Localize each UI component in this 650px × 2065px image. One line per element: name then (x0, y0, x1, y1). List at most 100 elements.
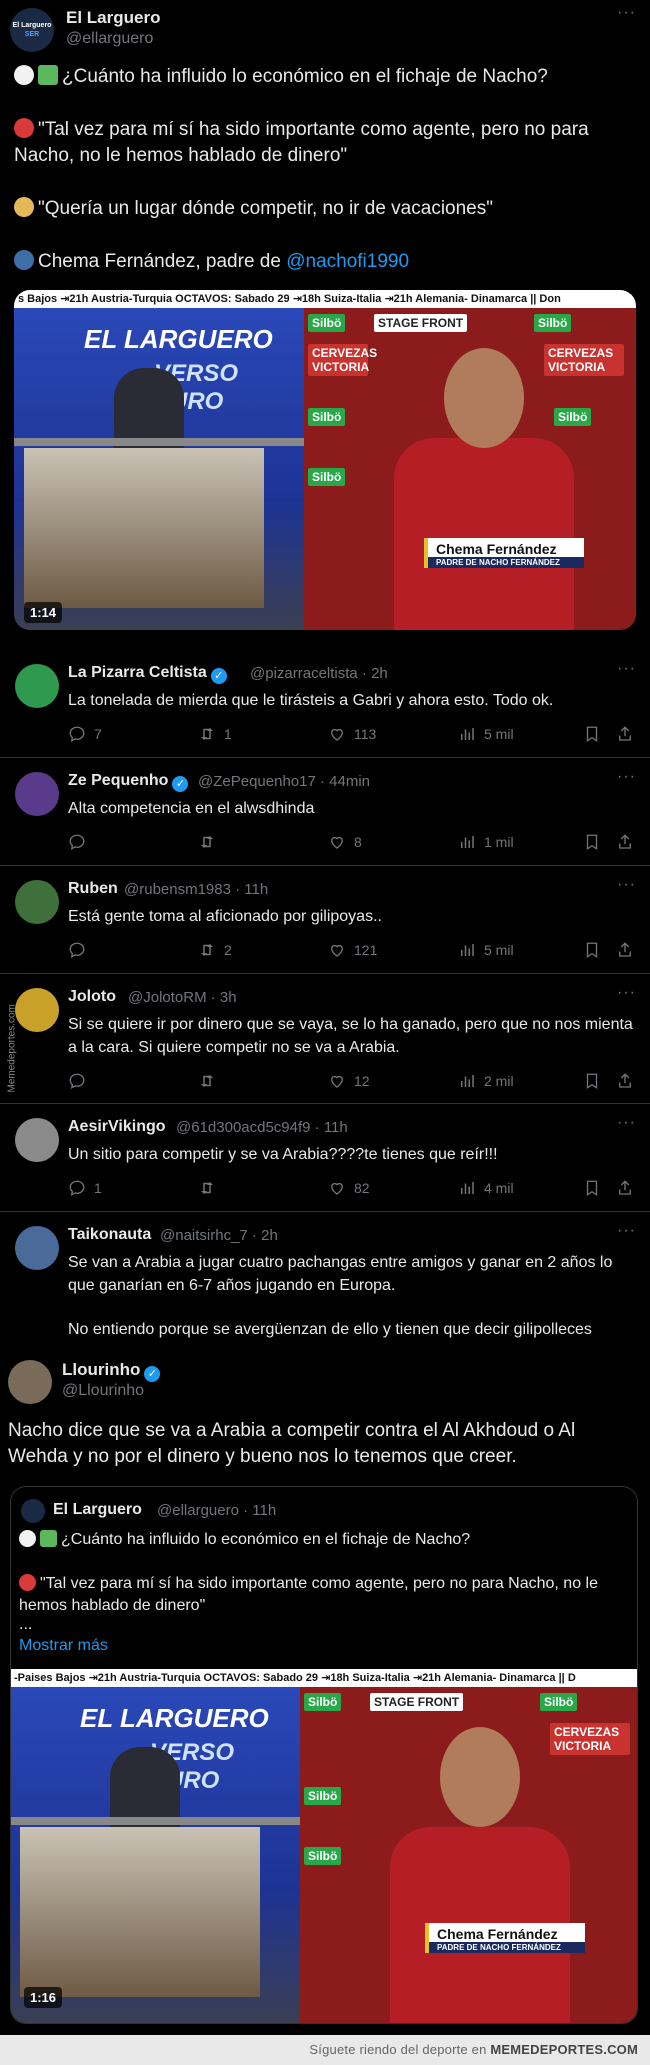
share-button[interactable] (616, 725, 634, 743)
show-more-link[interactable]: Mostrar más (19, 1637, 108, 1655)
author-handle[interactable]: @ellarguero (66, 30, 153, 48)
heart-icon (331, 944, 343, 957)
like-button[interactable]: 121 (328, 941, 377, 959)
like-button[interactable]: 82 (328, 1179, 370, 1197)
repost-button[interactable] (198, 833, 224, 851)
player-figure (394, 438, 574, 630)
video-player[interactable]: -Paises Bajos ⇥21h Austria-Turquia OCTAV… (11, 1669, 637, 2023)
video-player[interactable]: s Bajos ⇥21h Austria-Turquia OCTAVOS: Sa… (14, 290, 636, 630)
reply-tweet[interactable]: Joloto @JolotoRM · 3h ··· Si se quiere i… (0, 974, 650, 1104)
more-options-icon[interactable]: ··· (617, 1222, 636, 1240)
repost-button[interactable] (198, 1072, 224, 1090)
quoted-line-1: ¿Cuánto ha influido lo económico en el f… (19, 1529, 470, 1551)
views-button[interactable]: 4 mil (458, 1179, 514, 1197)
studio-guests (24, 448, 264, 608)
reply-handle[interactable]: @rubensm1983 · 11h (124, 881, 268, 898)
lower-third-role: PADRE DE NACHO FERNÁNDEZ (429, 1942, 585, 1953)
quoted-ellipsis: ... (19, 1616, 33, 1633)
reply-author-name[interactable]: Joloto (68, 988, 116, 1006)
heart-icon (331, 1182, 343, 1195)
share-button[interactable] (616, 833, 634, 851)
sponsor-logo: CERVEZAS VICTORIA (544, 344, 624, 376)
more-options-icon[interactable]: ··· (617, 876, 636, 894)
reply-author-name[interactable]: Ruben (68, 880, 118, 898)
more-options-icon[interactable]: ··· (617, 660, 636, 678)
footer-site[interactable]: MEMEDEPORTES.COM (490, 2042, 638, 2057)
reply-tweet[interactable]: La Pizarra Celtista ✓ @pizarraceltista · … (0, 650, 650, 758)
quoted-author-name[interactable]: El Larguero (53, 1501, 142, 1519)
more-options-icon[interactable]: ··· (617, 4, 636, 22)
reply-handle[interactable]: @JolotoRM · 3h (128, 989, 237, 1006)
views-button[interactable]: 5 mil (458, 725, 514, 743)
reply-text: Si se quiere ir por dinero que se vaya, … (68, 1016, 633, 1056)
reply-author-name[interactable]: La Pizarra Celtista ✓ (68, 664, 227, 684)
avatar[interactable] (15, 988, 59, 1032)
reply-icon (69, 942, 85, 959)
reply-text: Un sitio para competir y se va Arabia???… (68, 1146, 498, 1163)
author-handle[interactable]: @Llourinho (62, 1382, 144, 1400)
reply-handle[interactable]: @61d300acd5c94f9 · 11h (176, 1119, 348, 1136)
reply-button[interactable]: 1 (68, 1179, 102, 1197)
more-options-icon[interactable]: ··· (617, 984, 636, 1002)
views-button[interactable]: 5 mil (458, 941, 514, 959)
author-name[interactable]: Llourinho ✓ (62, 1360, 161, 1382)
footer-text: Síguete riendo del deporte en MEMEDEPORT… (309, 2042, 638, 2057)
repost-button[interactable]: 1 (198, 725, 232, 743)
reply-author-name[interactable]: Taikonauta (68, 1226, 151, 1244)
repost-button[interactable] (198, 1179, 224, 1197)
action-bar: 8 1 mil (68, 833, 640, 853)
player-head (444, 348, 524, 448)
avatar[interactable] (21, 1499, 45, 1523)
avatar[interactable] (15, 664, 59, 708)
like-button[interactable]: 113 (328, 725, 376, 743)
reply-tweet[interactable]: Ruben @rubensm1983 · 11h ··· Está gente … (0, 866, 650, 974)
share-button[interactable] (616, 941, 634, 959)
reply-tweet[interactable]: Ze Pequenho ✓ @ZePequenho17 · 44min ··· A… (0, 758, 650, 866)
mention-link[interactable]: @nachofi1990 (286, 251, 409, 272)
share-button[interactable] (616, 1179, 634, 1197)
more-options-icon[interactable]: ··· (617, 1114, 636, 1132)
tweet-line-4: Chema Fernández, padre de @nachofi1990 (14, 249, 409, 275)
bookmark-button[interactable] (583, 941, 601, 959)
avatar[interactable] (15, 1118, 59, 1162)
studio-title: EL LARGUERO (84, 324, 273, 354)
reply-text: Está gente toma al aficionado por gilipo… (68, 908, 382, 925)
avatar[interactable] (15, 880, 59, 924)
reply-handle[interactable]: @ZePequenho17 · 44min (198, 773, 370, 790)
repost-icon (201, 944, 213, 956)
avatar[interactable] (15, 1226, 59, 1270)
like-button[interactable]: 8 (328, 833, 362, 851)
share-icon (619, 834, 631, 849)
reply-author-name[interactable]: AesirVikingo (68, 1118, 166, 1136)
avatar[interactable]: El Larguero SER (10, 8, 54, 52)
more-options-icon[interactable]: ··· (617, 768, 636, 786)
reply-author-name[interactable]: Ze Pequenho ✓ (68, 772, 189, 792)
avatar[interactable] (8, 1360, 52, 1404)
quote-tweet: Llourinho ✓ @Llourinho Nacho dice que se … (0, 1352, 650, 2035)
bookmark-button[interactable] (583, 833, 601, 851)
reply-button[interactable] (68, 833, 94, 851)
studio-frame: EL LARGUERO VERSO EURO (14, 308, 304, 630)
reply-handle[interactable]: @pizarraceltista · 2h (250, 665, 388, 682)
reply-button[interactable] (68, 941, 94, 959)
bookmark-button[interactable] (583, 1072, 601, 1090)
avatar[interactable] (15, 772, 59, 816)
quoted-tweet-card[interactable]: El Larguero @ellarguero · 11h ¿Cuánto ha… (10, 1486, 638, 2024)
bookmark-button[interactable] (583, 725, 601, 743)
money-icon (38, 65, 58, 85)
share-button[interactable] (616, 1072, 634, 1090)
reply-tweet[interactable]: Taikonauta @naitsirhc_7 · 2h ··· Se van … (0, 1212, 650, 1352)
reply-icon (69, 1180, 85, 1197)
reply-button[interactable]: 7 (68, 725, 102, 743)
video-duration: 1:16 (24, 1987, 63, 2008)
bookmark-button[interactable] (583, 1179, 601, 1197)
views-button[interactable]: 1 mil (458, 833, 514, 851)
reply-tweet[interactable]: AesirVikingo @61d300acd5c94f9 · 11h ··· … (0, 1104, 650, 1212)
repost-button[interactable]: 2 (198, 941, 232, 959)
quoted-author-handle[interactable]: @ellarguero · 11h (157, 1502, 276, 1519)
reply-button[interactable] (68, 1072, 94, 1090)
reply-handle[interactable]: @naitsirhc_7 · 2h (160, 1227, 278, 1244)
views-button[interactable]: 2 mil (458, 1072, 514, 1090)
like-button[interactable]: 12 (328, 1072, 370, 1090)
author-name[interactable]: El Larguero (66, 8, 160, 28)
